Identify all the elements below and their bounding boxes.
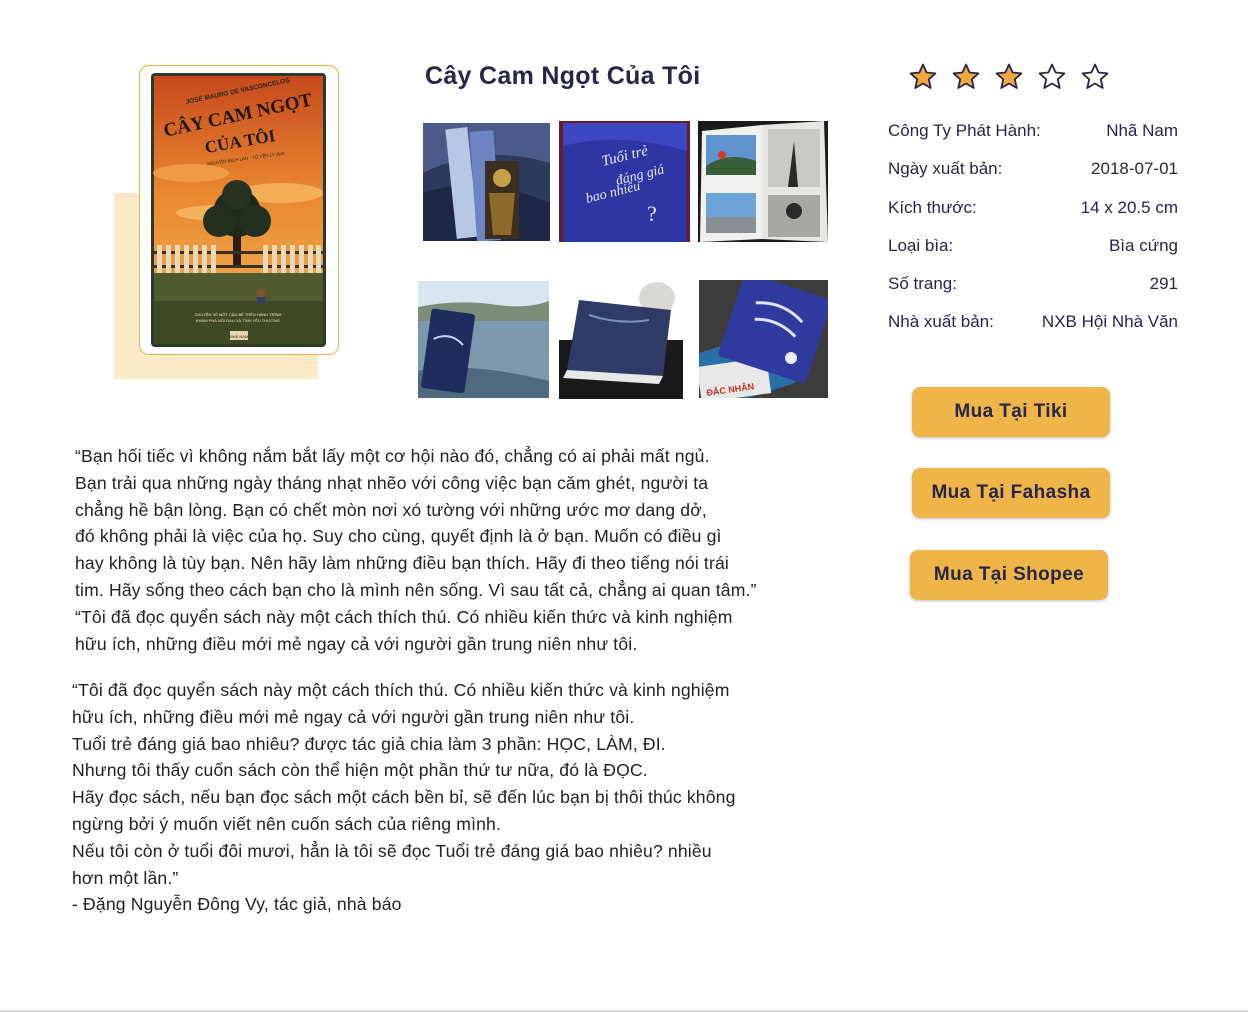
detail-row-publisher: Nhà xuất bản: NXB Hội Nhà Văn [888,310,1178,348]
gallery-thumb-3[interactable] [698,121,828,242]
gallery-thumb-1[interactable] [423,123,550,241]
detail-label: Kích thước: [888,197,977,217]
detail-value: 291 [1149,274,1178,294]
detail-value: NXB Hội Nhà Văn [1041,312,1178,332]
detail-row-publish-date: Ngày xuất bản: 2018-07-01 [888,157,1178,195]
gallery-thumb-4[interactable] [418,281,549,398]
detail-value: Bìa cứng [1108,235,1178,255]
gallery-thumb-2[interactable]: Tuổi trẻ đáng giá bao nhiêu ? [559,121,690,242]
star-icon-2[interactable] [951,62,981,92]
review-author: - Đặng Nguyễn Đông Vy, tác giả, nhà báo [72,894,402,915]
gallery-thumb-5[interactable] [559,280,683,399]
review-line: hữu ích, những điều mới mẻ ngay cả với n… [75,633,638,654]
review-line: tim. Hãy sống theo cách bạn cho là mình … [75,579,757,600]
review-line: “Tôi đã đọc quyển sách này một cách thíc… [72,680,730,700]
detail-label: Ngày xuất bản: [888,159,1003,179]
book-cover-image[interactable]: JOSÉ MAURO DE VASCONCELOS CÂY CAM NGỌT C… [151,73,326,347]
review-line: “Bạn hối tiếc vì không nắm bắt lấy một c… [75,446,710,466]
cover-tagline-2: KHÁM PHÁ NỖI ĐAU VÀ TÌNH YÊU THƯƠNG [196,318,280,323]
svg-text:?: ? [647,201,657,226]
cover-tagline-1: CHUYỆN VỀ MỘT CẬU BÉ TRÊN HÀNH TRÌNH [195,312,282,317]
review-line: Bạn trải qua những ngày tháng nhạt nhẽo … [75,472,709,493]
review-quote-1: “Bạn hối tiếc vì không nắm bắt lấy một c… [75,443,757,657]
review-line: Nếu tôi còn ở tuổi đôi mươi, hẳn là tôi … [72,840,712,861]
review-line: hơn một lần.” [72,867,179,888]
star-icon-1[interactable] [908,62,938,92]
detail-row-cover-type: Loại bìa: Bìa cứng [888,234,1178,272]
star-icon-5[interactable] [1080,62,1110,92]
detail-value: 14 x 20.5 cm [1080,197,1178,217]
rating-stars [908,62,1110,92]
review-line: hay không là tùy bạn. Nên hãy làm những … [75,553,729,574]
buy-fahasha-button[interactable]: Mua Tại Fahasha [912,468,1110,518]
detail-label: Số trang: [888,274,957,294]
review-line: “Tôi đã đọc quyển sách này một cách thíc… [75,606,733,627]
detail-label: Loại bìa: [888,235,954,255]
buy-tiki-button[interactable]: Mua Tại Tiki [912,387,1110,437]
detail-label: Nhà xuất bản: [888,312,994,332]
star-icon-4[interactable] [1037,62,1067,92]
detail-label: Công Ty Phát Hành: [888,121,1041,140]
review-line: Hãy đọc sách, nếu bạn đọc sách một cách … [72,787,736,808]
review-line: Nhưng tôi thấy cuốn sách còn thể hiện mộ… [72,760,648,781]
review-line: Tuổi trẻ đáng giá bao nhiêu? được tác gi… [72,733,666,754]
review-quote-2: “Tôi đã đọc quyển sách này một cách thíc… [72,677,736,918]
review-line: chẳng hề bận lòng. Bạn có chết mòn nơi x… [75,499,707,520]
book-title: Cây Cam Ngọt Của Tôi [425,62,701,90]
review-line: đó không phải là việc của họ. Suy cho cù… [75,526,722,547]
review-line: ngừng bởi ý muốn viết nên cuốn sách của … [72,813,502,834]
detail-value: Nhã Nam [1106,121,1178,140]
buy-shopee-button[interactable]: Mua Tại Shopee [910,550,1108,600]
star-icon-3[interactable] [994,62,1024,92]
detail-value: 2018-07-01 [1091,159,1178,179]
review-line: hữu ích, những điều mới mẻ ngay cả với n… [72,706,635,727]
book-details: Công Ty Phát Hành: Nhã Nam Ngày xuất bản… [888,119,1178,349]
previous-section-edge [130,0,450,2]
detail-row-publisher-company: Công Ty Phát Hành: Nhã Nam [888,119,1178,157]
detail-row-size: Kích thước: 14 x 20.5 cm [888,196,1178,234]
cover-publisher-mark: NHÃ NAM [230,334,248,339]
gallery-thumb-6[interactable]: ĐẮC NHÂN [699,280,828,398]
detail-row-pages: Số trang: 291 [888,272,1178,310]
